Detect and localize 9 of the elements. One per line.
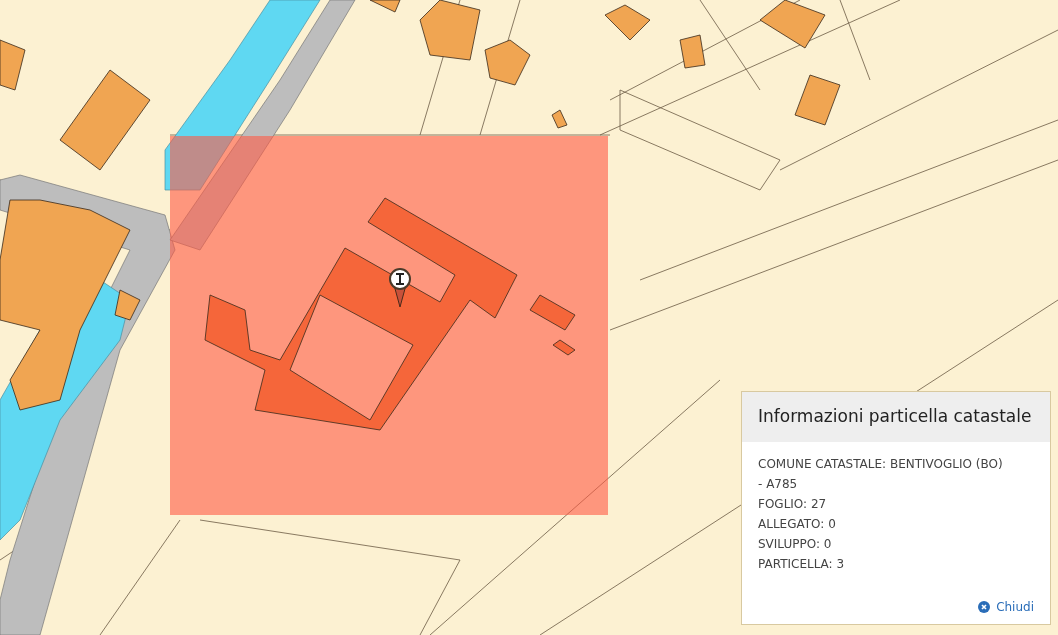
info-line: COMUNE CATASTALE: BENTIVOGLIO (BO) - A785: [758, 455, 1004, 493]
close-icon: [978, 601, 991, 613]
info-line: FOGLIO: 27: [758, 495, 828, 513]
map-marker-icon[interactable]: [388, 267, 412, 309]
popup-title: Informazioni particella catastale: [758, 405, 1033, 428]
info-line: PARTICELLA: 3: [758, 555, 846, 573]
close-link[interactable]: Chiudi: [978, 598, 1034, 616]
info-line: ALLEGATO: 0: [758, 515, 837, 533]
info-line: SVILUPPO: 0: [758, 535, 833, 553]
